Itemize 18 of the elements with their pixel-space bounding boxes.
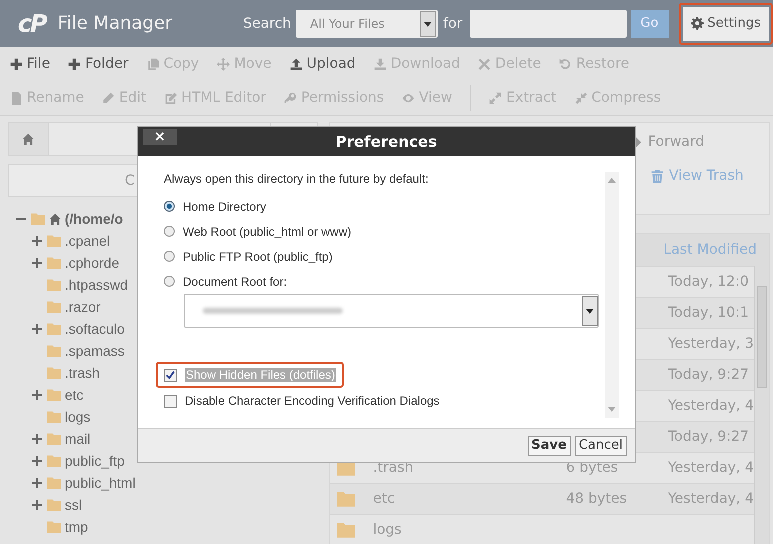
table-cell: logs	[373, 522, 402, 538]
intro-text: Always open this directory in the future by default:	[164, 172, 430, 186]
table-cell: Today, 10:1	[668, 305, 750, 321]
table-cell: Today, 9:27	[668, 367, 750, 383]
app-title: File Manager	[58, 13, 173, 34]
logo: cP	[18, 10, 46, 38]
table-cell: etc	[373, 491, 396, 507]
table-cell: Today, 12:0	[668, 274, 750, 290]
dialog-title: Preferences	[336, 132, 438, 150]
table-cell: Today, 9:27	[668, 429, 750, 445]
table-cell: 48 bytes	[566, 491, 628, 507]
table-cell: Yesterday, 4	[668, 491, 754, 507]
table-cell: .trash	[373, 460, 414, 476]
table-cell: Yesterday, 3	[668, 336, 754, 352]
table-cell: Yesterday, 4	[668, 398, 754, 414]
search-label: Search	[243, 16, 292, 32]
table-cell: Yesterday, 4	[668, 460, 754, 476]
for-label: for	[443, 16, 463, 32]
